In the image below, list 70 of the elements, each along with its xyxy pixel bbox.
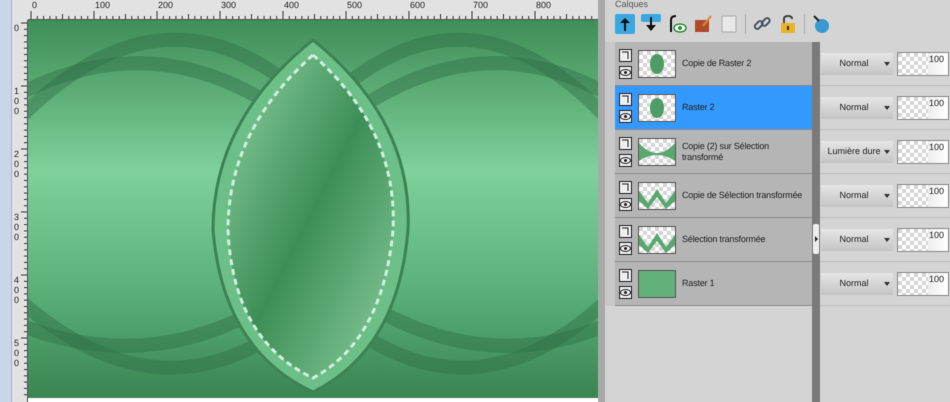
layer-name: Raster 2	[682, 102, 716, 113]
layer-type-icon[interactable]	[619, 48, 632, 62]
ruler-label: 600	[410, 1, 426, 10]
eye-icon[interactable]	[619, 286, 632, 298]
opacity-field[interactable]: 100	[897, 96, 949, 120]
arrow-up-icon[interactable]	[615, 14, 635, 34]
ruler-label: 400	[14, 276, 20, 306]
fx-eye-icon[interactable]	[667, 14, 687, 34]
layer-thumbnail	[638, 226, 676, 254]
opacity-field[interactable]: 100	[897, 272, 949, 296]
eye-icon[interactable]	[619, 198, 632, 210]
layer-thumbnail	[638, 94, 676, 122]
blend-mode-dropdown[interactable]: Lumière dure	[821, 140, 893, 162]
layer-name: Raster 1	[682, 278, 716, 289]
opacity-field[interactable]: 100	[897, 52, 949, 76]
layer-thumbnail	[638, 182, 676, 210]
blend-mode-dropdown[interactable]: Normal	[821, 272, 893, 294]
layer-row[interactable]: Sélection transformée	[615, 218, 812, 262]
layer-row[interactable]: Copie (2) sur Sélection transformé	[615, 130, 812, 174]
ruler-label: 200	[14, 150, 20, 180]
opacity-field[interactable]: 100	[897, 184, 949, 208]
ruler-label: 500	[347, 1, 362, 10]
layer-name: Copie (2) sur Sélection transformé	[682, 141, 770, 162]
splitter-bar[interactable]	[812, 42, 820, 402]
ruler-label: 0	[14, 24, 20, 34]
layer-row[interactable]: Raster 1	[615, 262, 812, 306]
layer-type-icon[interactable]	[619, 268, 632, 282]
caret-icon	[884, 150, 890, 154]
layer-type-icon[interactable]	[619, 136, 632, 150]
blend-mode-dropdown[interactable]: Normal	[821, 96, 893, 118]
layer-thumbnail	[638, 270, 676, 298]
caret-icon	[884, 106, 890, 110]
layer-type-icon[interactable]	[619, 92, 632, 106]
ruler-label: 200	[158, 1, 174, 10]
layer-row[interactable]: Copie de Sélection transformée	[615, 174, 812, 218]
eye-icon[interactable]	[619, 66, 632, 78]
ruler-label: 400	[284, 1, 300, 10]
ruler-label: 300	[14, 213, 20, 243]
layer-thumbnail	[638, 138, 676, 166]
ruler-label: 800	[536, 1, 552, 10]
caret-icon	[884, 194, 890, 198]
layer-type-icon[interactable]	[619, 224, 632, 238]
eye-icon[interactable]	[619, 242, 632, 254]
layer-name: Copie de Raster 2	[682, 58, 752, 69]
palette-title: Calques	[615, 0, 648, 9]
layer-type-icon[interactable]	[619, 180, 632, 194]
ruler-label: 700	[473, 1, 488, 10]
ruler-label: 100	[95, 1, 110, 10]
layer-name: Copie de Sélection transformée	[682, 190, 804, 201]
ruler-label: 300	[221, 1, 236, 10]
blend-mode-dropdown[interactable]: Normal	[821, 228, 893, 250]
layer-thumbnail	[638, 50, 676, 78]
eye-icon[interactable]	[619, 110, 632, 122]
caret-icon	[884, 282, 890, 286]
ruler-label: 100	[14, 87, 20, 117]
layer-row[interactable]: Raster 2	[615, 86, 812, 130]
ruler-label: 500	[14, 339, 20, 369]
caret-icon	[884, 238, 890, 242]
blend-mode-dropdown[interactable]: Normal	[821, 184, 893, 206]
layer-name: Sélection transformée	[682, 234, 766, 245]
padlock-icon[interactable]	[778, 14, 798, 34]
blend-mode-dropdown[interactable]: Normal	[821, 52, 893, 74]
ruler-label: 0	[32, 1, 38, 10]
layer-row[interactable]: Copie de Raster 2	[615, 42, 812, 86]
eye-icon[interactable]	[619, 154, 632, 166]
paint-layer-icon[interactable]	[693, 14, 713, 34]
opacity-field[interactable]: 100	[897, 140, 949, 164]
opacity-field[interactable]: 100	[897, 228, 949, 252]
caret-icon	[884, 62, 890, 66]
ball-icon[interactable]	[811, 14, 831, 34]
